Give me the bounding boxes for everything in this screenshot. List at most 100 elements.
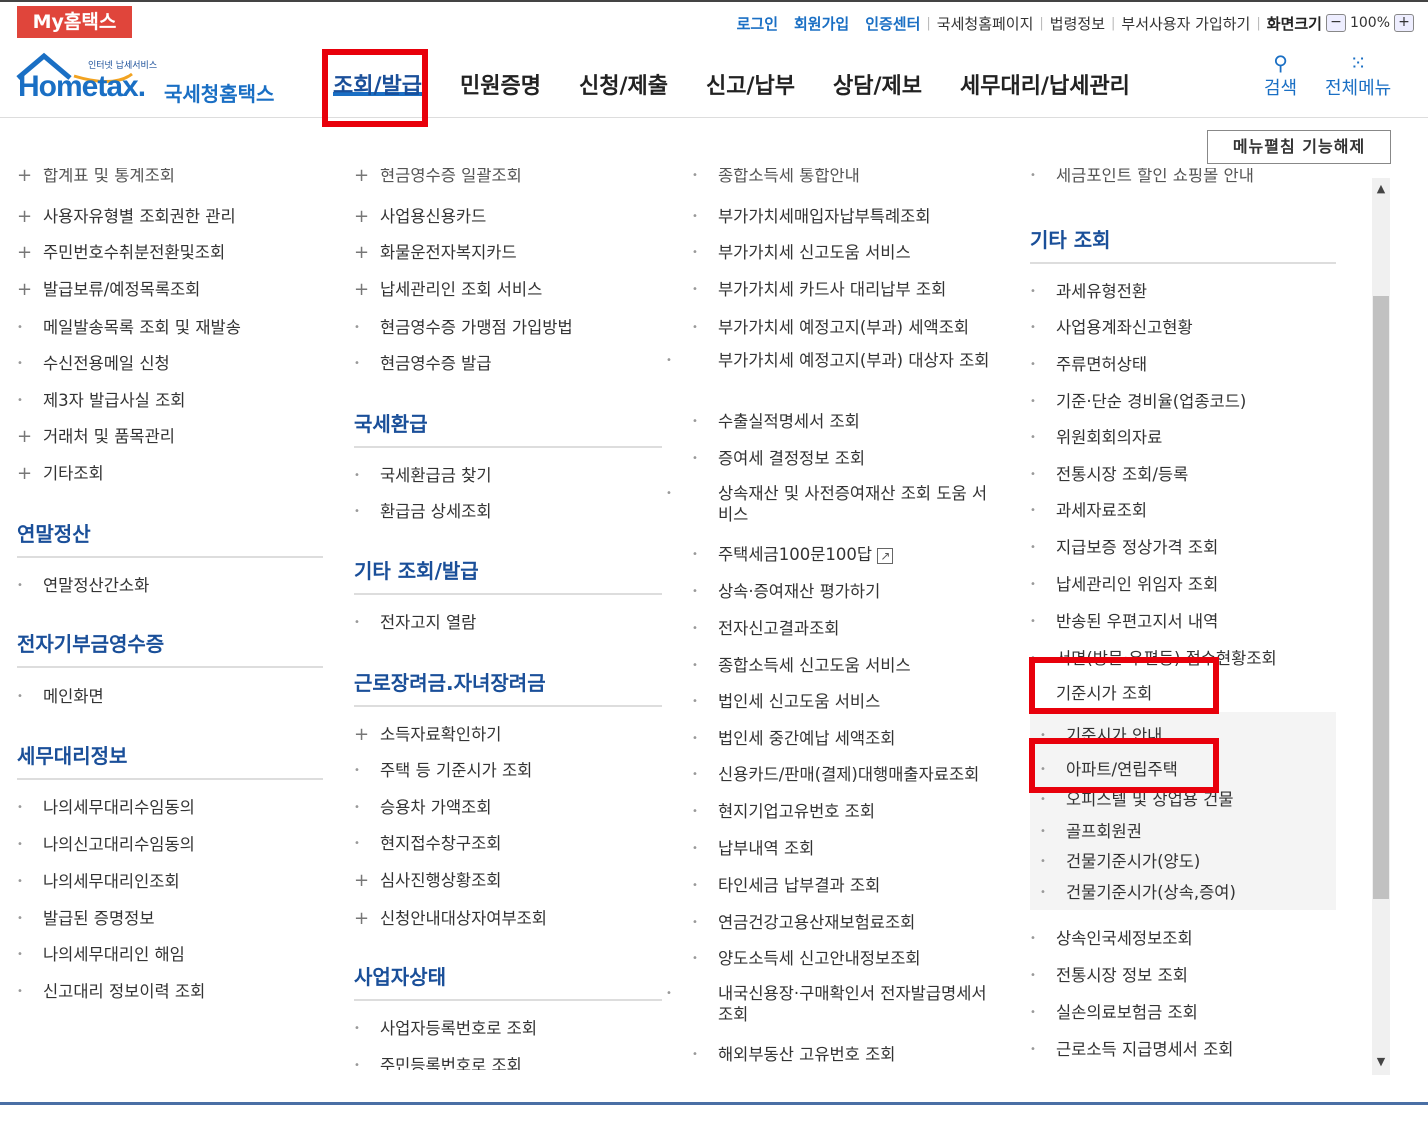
list-item[interactable]: + 현금영수증 일괄조회 bbox=[354, 168, 522, 186]
list-item[interactable]: • 환급금 상세조회 bbox=[354, 498, 492, 522]
list-item[interactable]: + 합계표 및 통계조회 bbox=[17, 168, 175, 186]
submenu-item[interactable]: • 건물기준시가(양도) bbox=[1040, 848, 1200, 872]
list-item[interactable]: • 현금영수증 발급 bbox=[354, 350, 492, 374]
list-item[interactable]: • 법인세 중간예납 세액조회 bbox=[692, 725, 895, 749]
dept-user-signup-link[interactable]: 부서사용자 가입하기 bbox=[1121, 13, 1250, 34]
list-item[interactable]: + 사업용신용카드 bbox=[354, 203, 486, 227]
list-item[interactable]: • 과세유형전환 bbox=[1030, 278, 1147, 302]
list-item[interactable]: • 주민등록번호로 조회 bbox=[354, 1052, 522, 1070]
list-item[interactable]: • 사업자등록번호로 조회 bbox=[354, 1015, 537, 1039]
list-item[interactable]: • 부가가치세 예정고지(부과) 대상자 조회 bbox=[666, 350, 992, 371]
search-button[interactable]: ⚲ 검색 bbox=[1264, 52, 1297, 100]
list-item[interactable]: + 화물운전자복지카드 bbox=[354, 239, 517, 263]
section-title-refund[interactable]: 국세환급 bbox=[354, 408, 428, 437]
list-item[interactable]: • 주택 등 기준시가 조회 bbox=[354, 757, 532, 781]
list-item[interactable]: • 주택세금100문100답 ↗ bbox=[692, 541, 894, 565]
submenu-item[interactable]: • 골프회원권 bbox=[1040, 818, 1142, 842]
list-item[interactable]: • 나의신고대리수임동의 bbox=[17, 831, 195, 855]
nav-apply-submit[interactable]: 신청/제출 bbox=[579, 68, 668, 99]
submenu-item[interactable]: • 건물기준시가(상속,증여) bbox=[1040, 879, 1236, 903]
list-item[interactable]: • 법인세 신고도움 서비스 bbox=[692, 688, 880, 712]
nav-report-pay[interactable]: 신고/납부 bbox=[706, 68, 795, 99]
menu-expand-toggle-button[interactable]: 메뉴펼침 기능해제 bbox=[1207, 130, 1391, 164]
list-item[interactable]: • 전자고지 열람 bbox=[354, 609, 476, 633]
all-menu-button[interactable]: ⁙ 전체메뉴 bbox=[1325, 52, 1391, 100]
list-item[interactable]: + 발급보류/예정목록조회 bbox=[17, 276, 200, 300]
section-title-earned-incentive[interactable]: 근로장려금.자녀장려금 bbox=[354, 667, 546, 696]
list-item[interactable]: • 연말정산간소화 bbox=[17, 572, 149, 596]
list-item[interactable]: + 소득자료확인하기 bbox=[354, 721, 501, 745]
nts-homepage-link[interactable]: 국세청홈페이지 bbox=[937, 13, 1034, 34]
list-item[interactable]: • 전자신고결과조회 bbox=[692, 615, 839, 639]
list-item[interactable]: • 상속·증여재산 평가하기 bbox=[692, 578, 880, 602]
list-item[interactable]: • 나의세무대리인조회 bbox=[17, 868, 180, 892]
list-item[interactable]: • 전통시장 조회/등록 bbox=[1030, 461, 1188, 485]
list-item[interactable]: • 종합소득세 통합안내 bbox=[692, 168, 860, 186]
nav-consult-report[interactable]: 상담/제보 bbox=[833, 68, 922, 99]
list-item[interactable]: + 납세관리인 조회 서비스 bbox=[354, 276, 542, 300]
list-item[interactable]: • 나의세무대리인 해임 bbox=[17, 941, 185, 965]
law-info-link[interactable]: 법령정보 bbox=[1050, 13, 1105, 34]
scrollbar-thumb[interactable] bbox=[1373, 296, 1389, 899]
list-item[interactable]: + 거래처 및 품목관리 bbox=[17, 423, 175, 447]
list-item[interactable]: • 현지기업고유번호 조회 bbox=[692, 798, 875, 822]
list-item[interactable]: • 상속인국세정보조회 bbox=[1030, 925, 1193, 949]
list-item[interactable]: • 근로소득 지급명세서 조회 bbox=[1030, 1036, 1233, 1060]
section-title-agent[interactable]: 세무대리정보 bbox=[17, 740, 127, 769]
list-item[interactable]: • 현금영수증 가맹점 가입방법 bbox=[354, 314, 573, 338]
list-item[interactable]: • 메일발송목록 조회 및 재발송 bbox=[17, 314, 241, 338]
section-title-donation[interactable]: 전자기부금영수증 bbox=[17, 628, 164, 657]
list-item[interactable]: • 기준·단순 경비율(업종코드) bbox=[1030, 388, 1246, 412]
list-item[interactable]: • 신용카드/판매(결제)대행매출자료조회 bbox=[692, 761, 979, 785]
zoom-in-button[interactable]: + bbox=[1394, 14, 1414, 32]
list-item[interactable]: • 메인화면 bbox=[17, 683, 104, 707]
list-item[interactable]: + 주민번호수취분전환및조회 bbox=[17, 239, 225, 263]
login-link[interactable]: 로그인 bbox=[737, 13, 778, 34]
list-item[interactable]: • 수출실적명세서 조회 bbox=[692, 408, 860, 432]
list-item[interactable]: • 부가가치세매입자납부특례조회 bbox=[692, 203, 931, 227]
list-item[interactable]: + 심사진행상황조회 bbox=[354, 867, 501, 891]
list-item[interactable]: • 타인세금 납부결과 조회 bbox=[692, 872, 880, 896]
list-item[interactable]: • 반송된 우편고지서 내역 bbox=[1030, 608, 1218, 632]
hometax-logo[interactable]: 인터넷 납세서비스 Hometax. 국세청홈택스 bbox=[14, 50, 284, 106]
list-item[interactable]: • 부가가치세 예정고지(부과) 세액조회 bbox=[692, 314, 969, 338]
certificate-center-link[interactable]: 인증센터 bbox=[865, 13, 920, 34]
section-title-other-issue[interactable]: 기타 조회/발급 bbox=[354, 555, 479, 584]
list-item[interactable]: • 사업용계좌신고현황 bbox=[1030, 314, 1193, 338]
list-item[interactable]: • 발급된 증명정보 bbox=[17, 905, 155, 929]
signup-link[interactable]: 회원가입 bbox=[794, 13, 849, 34]
zoom-out-button[interactable]: − bbox=[1325, 14, 1346, 32]
list-item[interactable]: • 내국신용장·구매확인서 전자발급명세서 조회 bbox=[666, 983, 992, 1025]
list-item[interactable]: • 제3자 발급사실 조회 bbox=[17, 387, 185, 411]
section-title-other-inquiry[interactable]: 기타 조회 bbox=[1030, 224, 1111, 253]
list-item[interactable]: • 상속재산 및 사전증여재산 조회 도움 서비스 bbox=[666, 483, 992, 525]
list-item[interactable]: • 과세자료조회 bbox=[1030, 497, 1147, 521]
list-item[interactable]: • 국세환급금 찾기 bbox=[354, 462, 492, 486]
list-item[interactable]: • 신고대리 정보이력 조회 bbox=[17, 978, 205, 1002]
list-item[interactable]: • 실손의료보험금 조회 bbox=[1030, 999, 1198, 1023]
list-item[interactable]: + 신청안내대상자여부조회 bbox=[354, 905, 547, 929]
list-item[interactable]: • 위원회회의자료 bbox=[1030, 424, 1162, 448]
list-item[interactable]: • 증여세 결정정보 조회 bbox=[692, 445, 865, 469]
scroll-down-arrow-icon[interactable]: ▼ bbox=[1372, 1053, 1390, 1071]
list-item[interactable]: • 해외부동산 고유번호 조회 bbox=[692, 1041, 895, 1065]
list-item[interactable]: • 전통시장 정보 조회 bbox=[1030, 962, 1188, 986]
list-item[interactable]: + 사용자유형별 조회권한 관리 bbox=[17, 203, 236, 227]
list-item[interactable]: • 납부내역 조회 bbox=[692, 835, 814, 859]
list-item[interactable]: • 부가가치세 신고도움 서비스 bbox=[692, 239, 911, 263]
list-item[interactable]: • 승용차 가액조회 bbox=[354, 794, 492, 818]
section-title-yearend[interactable]: 연말정산 bbox=[17, 518, 91, 547]
list-item[interactable]: + 기타조회 bbox=[17, 460, 104, 484]
list-item[interactable]: • 부가가치세 카드사 대리납부 조회 bbox=[692, 276, 946, 300]
list-item[interactable]: • 연금건강고용산재보험료조회 bbox=[692, 909, 915, 933]
nav-tax-agent[interactable]: 세무대리/납세관리 bbox=[960, 68, 1130, 99]
scroll-up-arrow-icon[interactable]: ▲ bbox=[1372, 180, 1390, 198]
list-item[interactable]: • 세금포인트 할인 쇼핑몰 안내 bbox=[1030, 168, 1254, 186]
list-item[interactable]: • 양도소득세 신고안내정보조회 bbox=[692, 945, 921, 969]
list-item[interactable]: • 지급보증 정상가격 조회 bbox=[1030, 534, 1218, 558]
list-item[interactable]: • 주류면허상태 bbox=[1030, 351, 1147, 375]
my-hometax-button[interactable]: My홈택스 bbox=[17, 6, 132, 38]
list-item[interactable]: • 납세관리인 위임자 조회 bbox=[1030, 571, 1218, 595]
nav-civil-certificate[interactable]: 민원증명 bbox=[460, 68, 541, 99]
list-item[interactable]: • 종합소득세 신고도움 서비스 bbox=[692, 652, 911, 676]
